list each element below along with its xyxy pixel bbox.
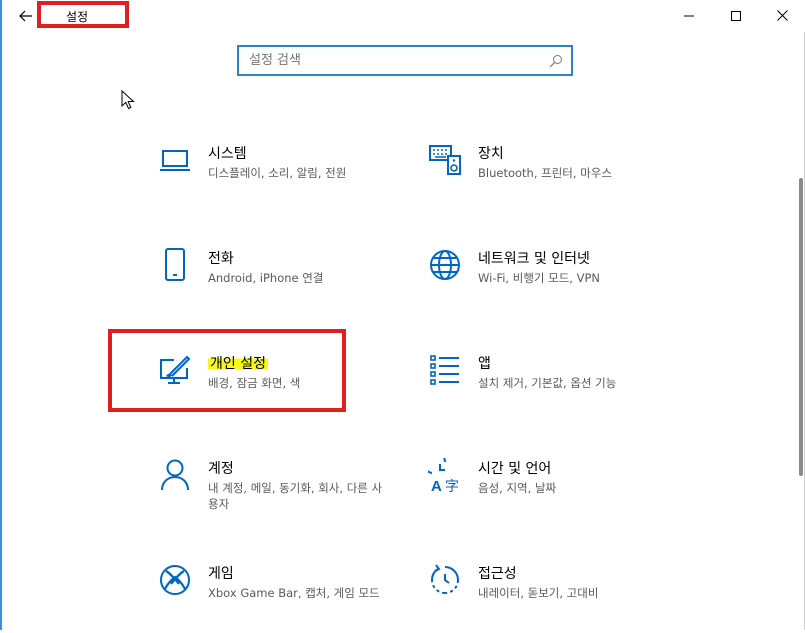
maximize-icon: [731, 10, 741, 21]
phone-icon: [165, 248, 185, 281]
keyboard-speaker-icon: [429, 145, 461, 175]
tile-system-title: 시스템: [208, 146, 247, 162]
tile-time-language[interactable]: A 字 시간 및 언어 음성, 지역, 날짜: [428, 458, 678, 528]
ease-of-access-icon: [430, 564, 459, 594]
search-icon[interactable]: [549, 54, 563, 68]
tile-devices-desc: Bluetooth, 프린터, 마우스: [478, 166, 612, 180]
tile-phone-title: 전화: [208, 251, 234, 267]
paint-screen-icon: [160, 355, 191, 384]
maximize-button[interactable]: [713, 0, 759, 31]
globe-icon: [430, 250, 460, 280]
person-icon: [161, 459, 189, 491]
tile-accounts[interactable]: 계정 내 계정, 메일, 동기화, 회사, 다른 사용자: [158, 458, 408, 528]
tile-accounts-title: 계정: [208, 461, 234, 477]
time-language-icon: A 字: [428, 458, 459, 492]
tile-system-desc: 디스플레이, 소리, 알림, 전원: [208, 166, 347, 180]
tile-network-desc: Wi-Fi, 비행기 모드, VPN: [478, 271, 601, 285]
back-button[interactable]: [14, 5, 38, 27]
window-title: 설정: [66, 10, 89, 24]
svg-text:A: A: [431, 478, 442, 492]
svg-text:字: 字: [445, 479, 459, 492]
tile-time-language-title: 시간 및 언어: [478, 461, 552, 477]
tile-accessibility-desc: 내레이터, 돋보기, 고대비: [478, 586, 599, 600]
tile-phone[interactable]: 전화 Android, iPhone 연결: [158, 248, 408, 318]
tile-devices-title: 장치: [478, 146, 504, 162]
tile-apps-title: 앱: [478, 356, 491, 372]
tile-network-title: 네트워크 및 인터넷: [478, 251, 590, 267]
tile-accessibility-title: 접근성: [478, 566, 517, 582]
tile-phone-desc: Android, iPhone 연결: [208, 271, 324, 285]
tile-apps-desc: 설치 제거, 기본값, 옵션 기능: [478, 376, 617, 390]
settings-window: 설정 설정 검색 시스템 디스플레이, 소리, 알림, 전원 장치 Blueto…: [0, 0, 805, 630]
minimize-icon: [684, 15, 694, 16]
tile-accessibility[interactable]: 접근성 내레이터, 돋보기, 고대비: [428, 563, 678, 633]
search-box: [237, 45, 573, 76]
tile-gaming-desc: Xbox Game Bar, 캡처, 게임 모드: [208, 586, 380, 600]
search-input[interactable]: [239, 47, 529, 74]
mouse-cursor-icon: [121, 90, 135, 110]
app-list-icon: [430, 355, 459, 385]
tile-personalization[interactable]: 개인 설정 배경, 잠금 화면, 색: [158, 353, 408, 423]
close-icon: [776, 10, 788, 21]
tile-gaming-title: 게임: [208, 566, 234, 582]
tile-personalization-title: 개인 설정: [208, 353, 268, 373]
tile-time-language-desc: 음성, 지역, 날짜: [478, 481, 557, 495]
minimize-button[interactable]: [666, 0, 712, 31]
close-button[interactable]: [759, 0, 805, 31]
tile-network[interactable]: 네트워크 및 인터넷 Wi-Fi, 비행기 모드, VPN: [428, 248, 678, 318]
tile-system[interactable]: 시스템 디스플레이, 소리, 알림, 전원: [158, 143, 408, 213]
xbox-icon: [160, 565, 190, 595]
tile-accounts-desc: 내 계정, 메일, 동기화, 회사, 다른 사용자: [208, 481, 383, 511]
arrow-left-icon: [19, 10, 32, 22]
laptop-icon: [160, 150, 190, 171]
tile-gaming[interactable]: 게임 Xbox Game Bar, 캡처, 게임 모드: [158, 563, 408, 633]
scrollbar-thumb[interactable]: [799, 178, 803, 476]
highlight-marker: 개인 설정: [208, 356, 268, 372]
tile-personalization-desc: 배경, 잠금 화면, 색: [208, 376, 301, 390]
title-bar: 설정: [2, 0, 805, 32]
tile-apps[interactable]: 앱 설치 제거, 기본값, 옵션 기능: [428, 353, 678, 423]
tile-devices[interactable]: 장치 Bluetooth, 프린터, 마우스: [428, 143, 678, 213]
